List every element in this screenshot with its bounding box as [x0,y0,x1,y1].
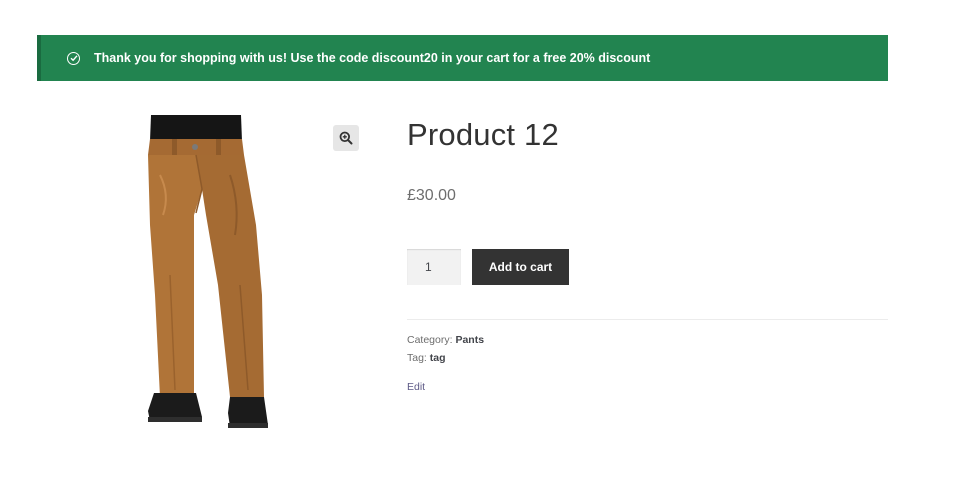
product-title: Product 12 [407,117,559,152]
product-image[interactable] [130,115,290,435]
product-price: £30.00 [407,187,456,204]
notice-text: Thank you for shopping with us! Use the … [94,51,651,65]
zoom-in-icon [339,131,353,145]
product-image-pants [148,115,268,428]
product-category: Category: Pants [407,334,484,346]
product-tags: Tag: tag [407,352,446,364]
check-circle-icon [67,51,80,65]
category-link[interactable]: Pants [455,334,484,346]
add-to-cart-button[interactable]: Add to cart [472,249,569,285]
tag-label: Tag: [407,352,427,364]
shop-notice-banner: Thank you for shopping with us! Use the … [37,35,888,81]
edit-link[interactable]: Edit [407,381,425,393]
quantity-input[interactable] [407,249,461,285]
divider [407,319,888,320]
tag-link[interactable]: tag [430,352,446,364]
zoom-button[interactable] [333,125,359,151]
category-label: Category: [407,334,453,346]
